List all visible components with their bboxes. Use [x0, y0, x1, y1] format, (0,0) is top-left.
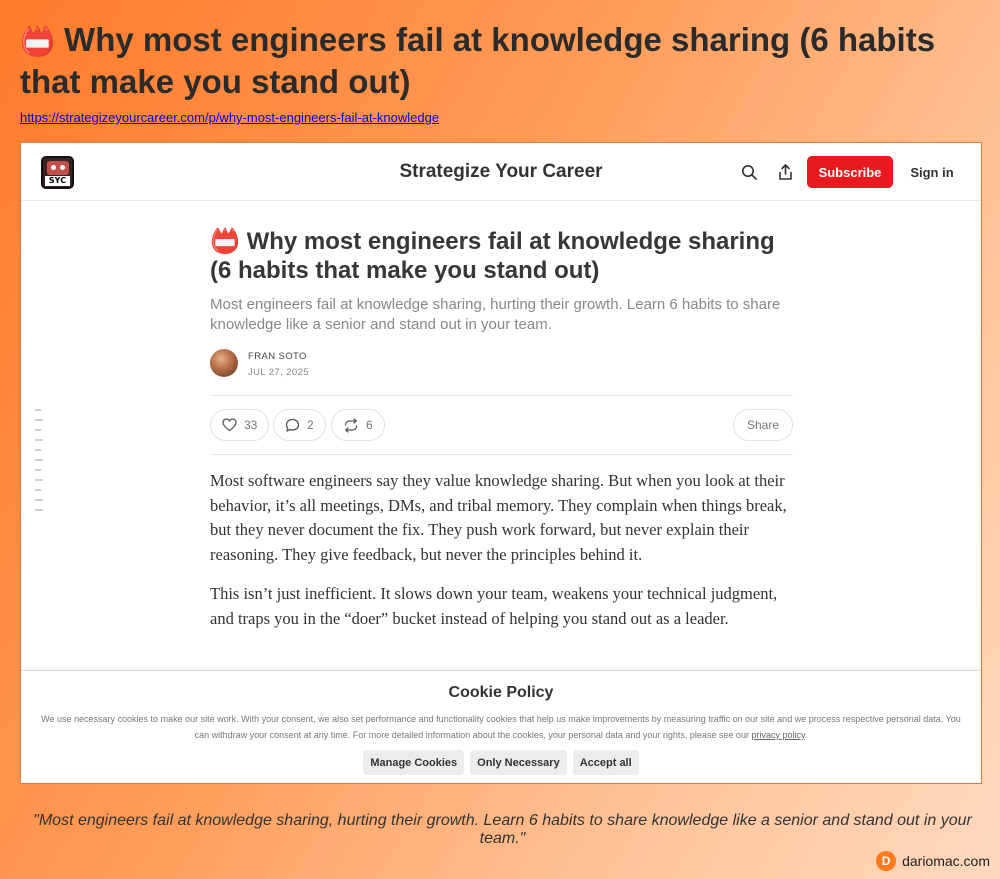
restack-icon: [344, 417, 358, 433]
site-header: SYC Strategize Your Career Subscribe Sig…: [21, 143, 981, 201]
cookie-banner: Cookie Policy We use necessary cookies t…: [21, 670, 981, 783]
badge-emoji-icon: 📛: [20, 26, 55, 57]
post-date: JUL 27, 2025: [248, 367, 309, 378]
toc-item[interactable]: [35, 419, 43, 421]
page-title: 📛 Why most engineers fail at knowledge s…: [20, 20, 985, 102]
restack-count: 6: [366, 418, 373, 432]
post-subtitle: Most engineers fail at knowledge sharing…: [210, 296, 781, 333]
toc-item[interactable]: [35, 479, 43, 481]
site-credit[interactable]: D dariomac.com: [876, 851, 990, 871]
search-icon[interactable]: [739, 162, 759, 182]
post-title-text: Why most engineers fail at knowledge sha…: [210, 228, 775, 284]
badge-emoji-icon: 📛: [210, 228, 240, 255]
body-paragraph: This isn’t just inefficient. It slows do…: [210, 584, 778, 628]
like-count: 33: [244, 418, 258, 432]
accept-all-button[interactable]: Accept all: [572, 750, 639, 775]
restack-button[interactable]: 6: [331, 409, 385, 441]
toc-item[interactable]: [35, 449, 41, 451]
article-body: Most software engineers say they value k…: [210, 469, 793, 631]
body-paragraph: Most software engineers say they value k…: [210, 471, 787, 564]
page-title-text: Why most engineers fail at knowledge sha…: [20, 21, 936, 100]
cookie-text: We use necessary cookies to make our sit…: [34, 711, 969, 743]
sign-in-button[interactable]: Sign in: [901, 156, 963, 188]
post-action-bar: 33 2 6 Share: [210, 395, 793, 455]
toc-item[interactable]: [35, 489, 41, 491]
credit-logo-icon: D: [876, 851, 897, 871]
toc-item[interactable]: [35, 459, 43, 461]
toc-item[interactable]: [35, 429, 41, 431]
credit-text: dariomac.com: [902, 853, 990, 869]
share-icon[interactable]: [775, 162, 795, 182]
table-of-contents-indicator[interactable]: [35, 409, 45, 519]
article-url-link[interactable]: https://strategizeyourcareer.com/p/why-m…: [20, 110, 439, 125]
only-necessary-button[interactable]: Only Necessary: [470, 750, 567, 775]
cookie-body-text: We use necessary cookies to make our sit…: [41, 714, 961, 740]
manage-cookies-button[interactable]: Manage Cookies: [363, 750, 465, 775]
comment-count: 2: [307, 418, 314, 432]
toc-item[interactable]: [35, 499, 43, 501]
article-quote: "Most engineers fail at knowledge sharin…: [33, 812, 972, 847]
cookie-title: Cookie Policy: [448, 684, 554, 701]
toc-item[interactable]: [35, 439, 43, 441]
like-button[interactable]: 33: [210, 409, 270, 441]
cookie-buttons: Manage Cookies Only Necessary Accept all: [21, 750, 981, 775]
comment-button[interactable]: 2: [273, 409, 326, 441]
privacy-policy-link[interactable]: privacy policy: [751, 730, 804, 740]
post-title: 📛 Why most engineers fail at knowledge s…: [210, 227, 793, 285]
author-avatar[interactable]: [210, 349, 238, 377]
cookie-text-end: .: [804, 730, 808, 740]
article: 📛 Why most engineers fail at knowledge s…: [210, 227, 793, 646]
author-row: FRAN SOTO JUL 27, 2025: [210, 349, 793, 381]
author-name[interactable]: FRAN SOTO: [248, 351, 307, 362]
toc-item[interactable]: [35, 509, 43, 511]
article-screenshot-frame: SYC Strategize Your Career Subscribe Sig…: [20, 142, 982, 784]
toc-item[interactable]: [35, 469, 41, 471]
subscribe-button[interactable]: Subscribe: [807, 156, 893, 188]
share-button[interactable]: Share: [732, 409, 793, 441]
comment-icon: [285, 418, 300, 432]
heart-icon: [222, 418, 237, 432]
toc-item[interactable]: [35, 409, 41, 411]
